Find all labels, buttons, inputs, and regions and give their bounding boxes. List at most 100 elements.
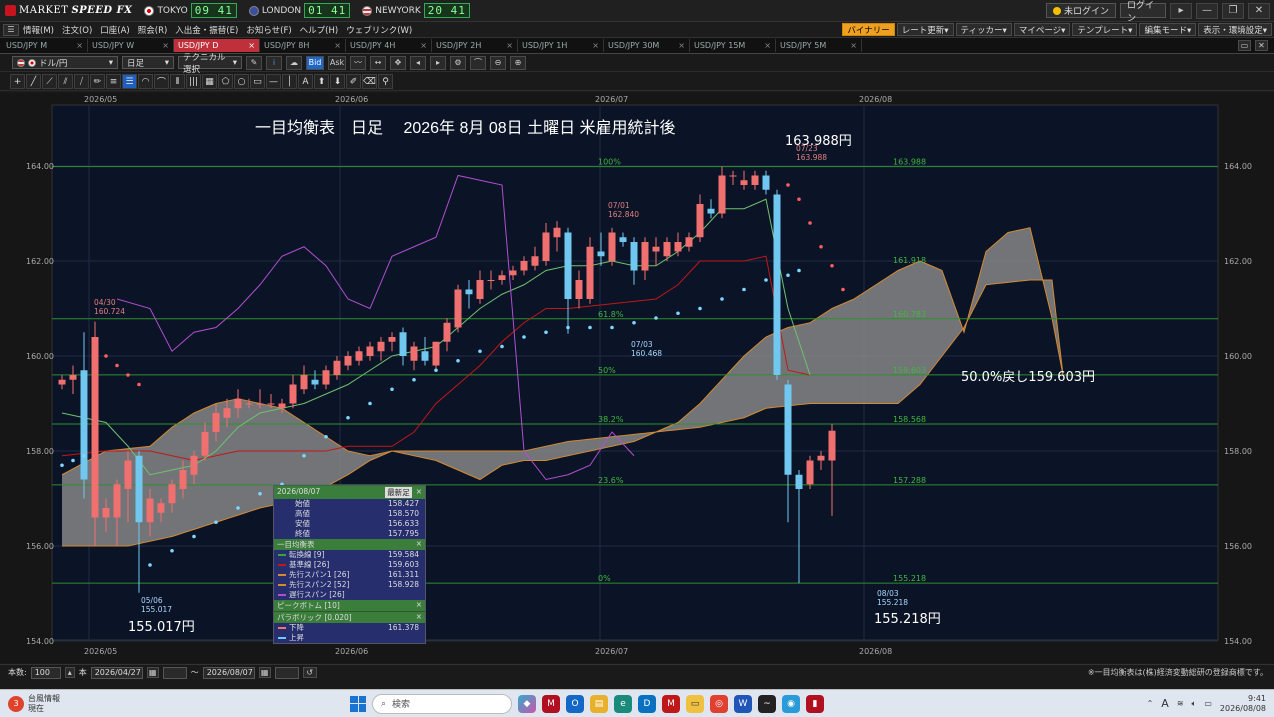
tab-close-icon[interactable]: × — [162, 41, 169, 50]
taskbar-search[interactable]: ⌕ 検索 — [372, 693, 512, 714]
fan-icon[interactable]: ◠ — [138, 74, 153, 89]
edge-icon[interactable]: e — [614, 694, 632, 713]
menu-item[interactable]: 照会(R) — [138, 24, 168, 36]
tab-usd-jpy-4h[interactable]: USD/JPY 4H × — [346, 39, 432, 52]
calendar-icon[interactable]: ▦ — [258, 667, 271, 678]
mcafee-icon[interactable]: M — [662, 694, 680, 713]
zoom-out-icon[interactable]: ⊖ — [490, 55, 506, 70]
trendline-icon[interactable]: ╱ — [26, 74, 41, 89]
fibo-retracement-icon[interactable]: ☰ — [122, 74, 137, 89]
box-icon[interactable]: ▦ — [202, 74, 217, 89]
chevron-up-icon[interactable]: ⌃ — [1147, 699, 1154, 708]
from-time-input[interactable] — [162, 666, 187, 679]
zoom-in-icon[interactable]: ⊕ — [510, 55, 526, 70]
close-icon[interactable]: × — [416, 539, 422, 550]
ray-icon[interactable]: ⟋ — [42, 74, 57, 89]
marketspeed-icon[interactable]: M — [542, 694, 560, 713]
menu-right-button[interactable]: マイページ▾ — [1013, 23, 1071, 36]
arrow-icon[interactable]: ↔ — [370, 55, 386, 70]
arrow-right-icon[interactable]: ▸ — [1170, 2, 1192, 19]
tab-close-icon[interactable]: × — [420, 41, 427, 50]
menu-right-button[interactable]: ティッカー▾ — [955, 23, 1012, 36]
menu-item[interactable]: 情報(M) — [23, 24, 54, 36]
login-status[interactable]: 未ログイン — [1045, 3, 1116, 18]
arc-icon[interactable]: ⌒ — [154, 74, 169, 89]
tab-close-icon[interactable]: × — [678, 41, 685, 50]
tab-usd-jpy-w[interactable]: USD/JPY W × — [88, 39, 174, 52]
circle-icon[interactable]: ○ — [234, 74, 249, 89]
info-icon[interactable]: i — [266, 55, 282, 70]
weather-widget[interactable]: 3 台風情報 現在 — [8, 694, 60, 714]
pencil-icon[interactable]: ✏ — [90, 74, 105, 89]
gear-icon[interactable]: ⚙ — [450, 55, 466, 70]
hamburger-icon[interactable]: ☰ — [3, 23, 19, 36]
login-button[interactable]: ログイン — [1120, 1, 1166, 24]
word-icon[interactable]: W — [734, 694, 752, 713]
menu-right-button[interactable]: 編集モード▾ — [1139, 23, 1197, 36]
restore-window-icon[interactable]: ▭ — [1238, 40, 1251, 51]
system-clock[interactable]: 9:41 2026/08/08 — [1220, 694, 1266, 714]
tab-usd-jpy-5m[interactable]: USD/JPY 5M × — [776, 39, 862, 52]
tab-close-icon[interactable]: × — [592, 41, 599, 50]
speaker-icon[interactable]: 🔈︎ — [1192, 699, 1197, 709]
rect-icon[interactable]: ▭ — [250, 74, 265, 89]
outlook-icon[interactable]: O — [566, 694, 584, 713]
menu-right-button[interactable]: 表示・環境設定▾ — [1198, 23, 1272, 36]
menu-item[interactable]: ヘルプ(H) — [300, 24, 339, 36]
chart-app-icon[interactable]: ~ — [758, 694, 776, 713]
vline-icon[interactable]: │ — [282, 74, 297, 89]
close-icon[interactable]: × — [416, 487, 422, 498]
marketspeed-active-icon[interactable]: ▮ — [806, 694, 824, 713]
from-date-input[interactable]: 2026/04/27 — [90, 666, 143, 679]
close-icon[interactable]: ✕ — [1248, 2, 1270, 19]
pentagon-icon[interactable]: ⬠ — [218, 74, 233, 89]
hline-icon[interactable]: — — [266, 74, 281, 89]
chart-area[interactable]: 100% 163.988 61.8% 160.783 50% 159.603 38.2% 15… — [0, 93, 1274, 663]
menu-right-button[interactable]: バイナリー — [842, 23, 895, 36]
maximize-icon[interactable]: ❐ — [1222, 2, 1244, 19]
to-date-input[interactable]: 2026/08/07 — [202, 666, 255, 679]
files-icon[interactable]: ▤ — [590, 694, 608, 713]
scroll-left-icon[interactable]: ◂ — [410, 55, 426, 70]
timezone-icon[interactable]: ||| — [186, 74, 201, 89]
close-icon[interactable]: × — [416, 612, 422, 623]
menu-item[interactable]: 口座(A) — [100, 24, 129, 36]
wifi-icon[interactable]: ≋ — [1177, 699, 1184, 708]
move-icon[interactable]: ✥ — [390, 55, 406, 70]
bar-count-select[interactable]: 100 — [30, 666, 61, 679]
minimize-icon[interactable]: — — [1196, 2, 1218, 19]
bid-button[interactable]: Bid — [306, 55, 324, 70]
channel-icon[interactable]: ⫽ — [58, 74, 73, 89]
explorer-icon[interactable]: ▭ — [686, 694, 704, 713]
menu-item[interactable]: お知らせ(F) — [246, 24, 291, 36]
stepper-icon[interactable]: ▴ — [64, 667, 75, 678]
tab-close-icon[interactable]: × — [76, 41, 83, 50]
battery-icon[interactable]: ▭ — [1204, 699, 1212, 708]
tab-usd-jpy-15m[interactable]: USD/JPY 15M × — [690, 39, 776, 52]
network-app-icon[interactable]: ◉ — [782, 694, 800, 713]
tab-close-icon[interactable]: × — [506, 41, 513, 50]
tab-usd-jpy-8h[interactable]: USD/JPY 8H × — [260, 39, 346, 52]
windows-start-icon[interactable] — [350, 695, 366, 712]
note-icon[interactable]: ✐ — [346, 74, 361, 89]
dell-icon[interactable]: D — [638, 694, 656, 713]
ime-icon[interactable]: A — [1161, 697, 1169, 710]
pen-icon[interactable]: ✎ — [246, 55, 262, 70]
menu-right-button[interactable]: レート更新▾ — [896, 23, 954, 36]
menu-item[interactable]: 注文(O) — [62, 24, 92, 36]
close-icon[interactable]: × — [416, 600, 422, 611]
tab-close-icon[interactable]: × — [334, 41, 341, 50]
ask-button[interactable]: Ask — [328, 55, 346, 70]
lock-icon[interactable]: ⚲ — [378, 74, 393, 89]
period-select[interactable]: 日足 ▾ — [122, 56, 174, 69]
up-arrow-icon[interactable]: ⬆ — [314, 74, 329, 89]
fibonacci-icon[interactable]: ≡ — [106, 74, 121, 89]
cycle-icon[interactable]: ⦀ — [170, 74, 185, 89]
cloud-icon[interactable]: ☁ — [286, 55, 302, 70]
copilot-icon[interactable]: ◆ — [518, 694, 536, 713]
to-time-input[interactable] — [274, 666, 299, 679]
calendar-icon[interactable]: ▦ — [146, 667, 159, 678]
tab-usd-jpy-m[interactable]: USD/JPY M × — [2, 39, 88, 52]
eraser-icon[interactable]: ⌫ — [362, 74, 377, 89]
down-arrow-icon[interactable]: ⬇ — [330, 74, 345, 89]
